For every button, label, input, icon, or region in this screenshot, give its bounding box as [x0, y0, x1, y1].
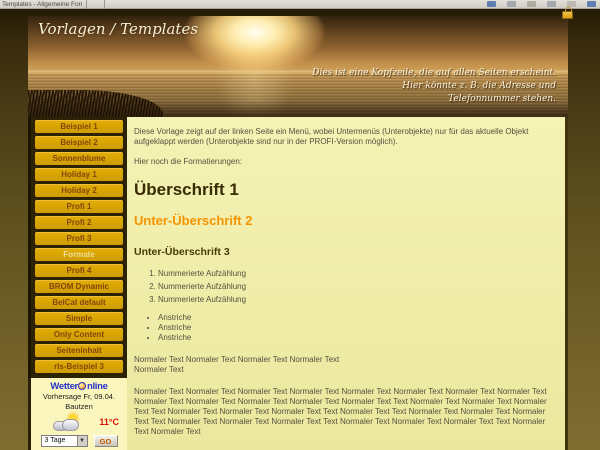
- sidebar-item-seiteninhalt[interactable]: Seiteninhalt: [35, 344, 123, 357]
- browser-toolbar: [487, 1, 596, 7]
- lock-icon[interactable]: [562, 11, 573, 19]
- sidebar-item-profi-2[interactable]: Profi 2: [35, 216, 123, 229]
- sidebar-item-rls-beispiel-3[interactable]: rls-Beispiel 3: [35, 360, 123, 373]
- sidebar-item-holiday-1[interactable]: Holiday 1: [35, 168, 123, 181]
- copy-icon[interactable]: [527, 1, 536, 7]
- help-icon[interactable]: [587, 1, 596, 7]
- forecast-range-select[interactable]: 3 Tage ▼: [41, 435, 88, 447]
- numbered-list-item: Nummerierte Aufzählung: [158, 282, 551, 291]
- bookmark-icon[interactable]: [487, 1, 496, 7]
- bullet-list-item: Anstriche: [158, 313, 551, 322]
- browser-tab-bar: Templates - Allgemeine Formate für Texte…: [0, 0, 600, 9]
- partly-cloudy-icon: [53, 414, 83, 432]
- weather-widget: Wetter nline Vorhersage Fr, 09.04. Bautze…: [28, 378, 127, 450]
- sidebar-item-simple[interactable]: Simple: [35, 312, 123, 325]
- forecast-range-value: 3 Tage: [45, 437, 66, 444]
- forecast-row: 11°C: [31, 412, 127, 434]
- tab-separator: [104, 0, 105, 9]
- tagline-line: Hier könnte z. B. die Adresse und: [312, 80, 556, 93]
- bullet-list: AnstricheAnstricheAnstriche: [158, 313, 551, 342]
- temperature-value: 11°C: [99, 417, 119, 427]
- numbered-list-item: Nummerierte Aufzählung: [158, 269, 551, 278]
- sidebar-item-holiday-2[interactable]: Holiday 2: [35, 184, 123, 197]
- sidebar-item-beispiel-1[interactable]: Beispiel 1: [35, 120, 123, 133]
- sidebar-item-belcal-default[interactable]: BelCal default: [35, 296, 123, 309]
- bullet-list-item: Anstriche: [158, 323, 551, 332]
- tab-separator: [86, 0, 87, 9]
- formats-intro: Hier noch die Formatierungen:: [134, 157, 551, 167]
- tagline-line: Telefonnummer stehen.: [312, 93, 556, 106]
- sidebar-item-brom-dynamic[interactable]: BROM Dynamic: [35, 280, 123, 293]
- main-content: Diese Vorlage zeigt auf der linken Seite…: [127, 117, 568, 450]
- logo-text-left: Wetter: [50, 381, 78, 392]
- intro-paragraph: Diese Vorlage zeigt auf der linken Seite…: [134, 127, 551, 147]
- sidebar-item-profi-4[interactable]: Profi 4: [35, 264, 123, 277]
- browser-tab-title[interactable]: Templates - Allgemeine Formate für Texte…: [2, 1, 82, 8]
- sidebar-item-beispiel-2[interactable]: Beispiel 2: [35, 136, 123, 149]
- sidebar-item-profi-3[interactable]: Profi 3: [35, 232, 123, 245]
- normal-text-long: Normaler Text Normaler Text Normaler Tex…: [134, 387, 551, 437]
- sidebar-item-formate[interactable]: Formate: [35, 248, 123, 261]
- sidebar-menu: Beispiel 1 Beispiel 2 Sonnenblume Holiday 1…: [28, 117, 127, 378]
- printer-icon[interactable]: [547, 1, 556, 7]
- normal-text-short: Normaler Text Normaler Text Normaler Tex…: [134, 355, 551, 375]
- numbered-list-item: Nummerierte Aufzählung: [158, 295, 551, 304]
- globe-icon: [78, 382, 86, 390]
- numbered-list: Nummerierte Aufzählung Nummerierte Aufzäh…: [158, 269, 551, 304]
- dropdown-arrow-icon[interactable]: ▼: [77, 436, 87, 446]
- bullet-list-item: Anstriche: [158, 333, 551, 342]
- weather-controls: 3 Tage ▼ GO: [31, 435, 127, 447]
- normal-text-line: Normaler Text: [134, 365, 184, 374]
- sidebar-item-profi-1[interactable]: Profi 1: [35, 200, 123, 213]
- heading-1: Überschrift 1: [134, 181, 551, 199]
- heading-2: Unter-Überschrift 2: [134, 214, 551, 228]
- window-icon[interactable]: [507, 1, 516, 7]
- forecast-city: Bautzen: [31, 402, 127, 412]
- wetteronline-logo[interactable]: Wetter nline: [31, 381, 127, 392]
- logo-text-right: nline: [87, 381, 108, 392]
- sidebar-item-only-content[interactable]: Only Content: [35, 328, 123, 341]
- sidebar-item-sonnenblume[interactable]: Sonnenblume: [35, 152, 123, 165]
- cloud-icon: [62, 419, 79, 431]
- tagline-line: Dies ist eine Kopfzeile, die auf allen S…: [312, 67, 556, 80]
- go-button[interactable]: GO: [94, 435, 118, 447]
- browser-window: Templates - Allgemeine Formate für Texte…: [0, 0, 600, 450]
- header-tagline: Dies ist eine Kopfzeile, die auf allen S…: [312, 67, 556, 106]
- header-banner: Vorlagen / Templates Dies ist eine Kopfz…: [28, 16, 568, 117]
- site-title: Vorlagen / Templates: [38, 20, 198, 38]
- forecast-date: Vorhersage Fr, 09.04.: [31, 392, 127, 402]
- heading-3: Unter-Überschrift 3: [134, 247, 551, 258]
- normal-text-line: Normaler Text Normaler Text Normaler Tex…: [134, 355, 339, 364]
